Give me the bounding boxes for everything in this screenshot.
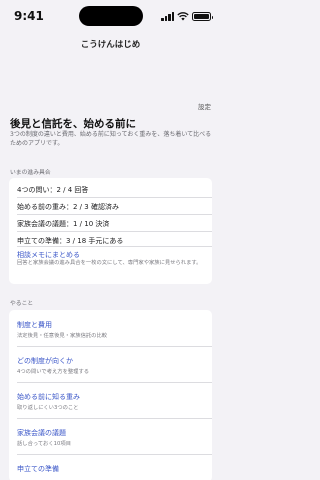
row-divider: [17, 231, 212, 232]
todo-subtitle: 話し合っておく10項目: [17, 441, 71, 447]
todo-item-weights[interactable]: 始める前に知る重み 取り返しにくい3つのこと: [9, 382, 212, 418]
dynamic-island: [79, 6, 143, 26]
todo-title: 申立ての準備: [17, 465, 59, 473]
todo-item-costs[interactable]: 制度と費用 法定後見・任意後見・家族信託の比較: [9, 310, 212, 346]
progress-row-questions: 4つの問い：2 / 4 回答: [17, 186, 89, 194]
row-divider: [17, 214, 212, 215]
todo-title: 制度と費用: [17, 321, 52, 329]
todo-title: どの制度が向くか: [17, 357, 73, 365]
todo-title: 始める前に知る重み: [17, 393, 80, 401]
todo-subtitle: 法定後見・任意後見・家族信託の比較: [17, 333, 108, 339]
page-title: 後見と信託を、始める前に: [10, 118, 136, 130]
progress-section-label: いまの進み具合: [10, 170, 51, 176]
app-title: こうけんはじめ: [80, 40, 141, 50]
todo-subtitle: 取り返しにくい3つのこと: [17, 405, 79, 411]
progress-row-agenda: 家族会議の議題：1 / 10 決済: [17, 220, 110, 228]
wifi-icon: [177, 12, 189, 21]
status-time: 9:41: [14, 9, 44, 23]
page-subtitle: 3つの制度の違いと費用、始める前に知っておく重みを、落ち着いて比べるためのアプリ…: [10, 131, 212, 147]
settings-button[interactable]: 設定: [198, 101, 211, 111]
todo-section-label: やること: [10, 301, 34, 307]
todo-item-which-system[interactable]: どの制度が向くか 4つの問いで考え方を整理する: [9, 346, 212, 382]
status-bar: 9:41: [0, 0, 221, 30]
memo-link[interactable]: 相談メモにまとめる: [17, 250, 80, 260]
battery-icon: [192, 12, 213, 21]
todo-item-family-meeting[interactable]: 家族会議の議題 話し合っておく10項目: [9, 418, 212, 454]
memo-note: 回答と家族会議の進み具合を一枚の文にして、専門家や家族に見せられます。: [17, 260, 202, 266]
todo-card: 制度と費用 法定後見・任意後見・家族信託の比較 どの制度が向くか 4つの問いで考…: [9, 310, 212, 480]
todo-item-filing-prep[interactable]: 申立ての準備: [9, 454, 212, 480]
progress-row-filing: 申立ての準備：3 / 18 手元にある: [17, 237, 124, 245]
row-divider: [17, 246, 212, 247]
row-divider: [17, 197, 212, 198]
signal-icon: [161, 12, 175, 21]
todo-subtitle: 4つの問いで考え方を整理する: [17, 369, 90, 375]
todo-title: 家族会議の議題: [17, 429, 66, 437]
progress-row-weights: 始める前の重み：2 / 3 確認済み: [17, 203, 119, 211]
progress-card: 4つの問い：2 / 4 回答 始める前の重み：2 / 3 確認済み 家族会議の議…: [9, 178, 212, 284]
